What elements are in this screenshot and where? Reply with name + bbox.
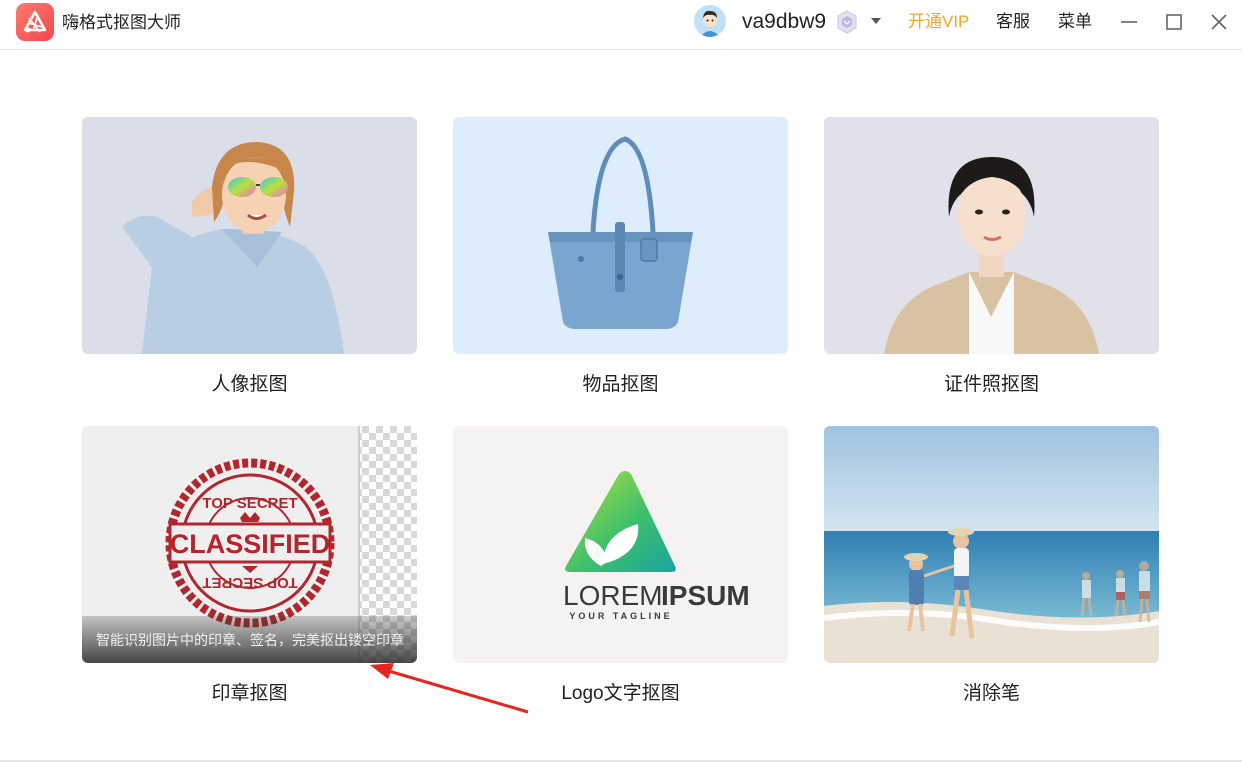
minimize-icon[interactable] [1117, 10, 1141, 34]
app-logo-icon [16, 3, 54, 41]
title-bar: 嗨格式抠图大师 va9dbw9 开通VIP 客服 菜单 [0, 0, 1242, 50]
id-photo-woman-image[interactable] [824, 117, 1159, 354]
close-icon[interactable] [1207, 10, 1231, 34]
card-label: 人像抠图 [211, 374, 288, 395]
stamp-bottom-text: TOP SECRET [202, 574, 297, 591]
app-title: 嗨格式抠图大师 [62, 13, 181, 32]
lorem-ipsum-logo-image[interactable]: LOREM IPSUM YOUR TAGLINE [453, 426, 788, 663]
card-label: 消除笔 [962, 683, 1020, 704]
open-vip-link[interactable]: 开通VIP [908, 11, 969, 33]
vip-badge-icon [834, 9, 860, 35]
user-avatar[interactable] [694, 5, 726, 37]
username[interactable]: va9dbw9 [742, 9, 826, 35]
logo-tagline: YOUR TAGLINE [569, 611, 672, 621]
stamp-tooltip-text: 智能识别图片中的印章、签名，完美抠出镂空印章 [96, 632, 404, 648]
card-label: Logo文字抠图 [561, 683, 680, 704]
child-with-sunglasses-image[interactable] [82, 117, 417, 354]
maximize-icon[interactable] [1162, 10, 1186, 34]
card-label: 物品抠图 [582, 374, 659, 395]
logo-text-lorem: LOREM [563, 580, 663, 611]
beach-family-image[interactable] [824, 426, 1159, 663]
classified-stamp-image[interactable]: CLASSIFIED TOP SECRET TOP SECRET 智能识别图片中… [82, 426, 417, 663]
menu-button[interactable]: 菜单 [1058, 11, 1092, 33]
customer-service-link[interactable]: 客服 [996, 11, 1030, 33]
stamp-center-text: CLASSIFIED [170, 529, 331, 559]
stamp-top-text: TOP SECRET [202, 495, 297, 512]
logo-text-ipsum: IPSUM [661, 580, 750, 611]
card-label: 证件照抠图 [943, 374, 1039, 395]
blue-handbag-image[interactable] [453, 117, 788, 354]
chevron-down-icon[interactable] [869, 14, 883, 26]
card-label: 印章抠图 [211, 683, 288, 704]
